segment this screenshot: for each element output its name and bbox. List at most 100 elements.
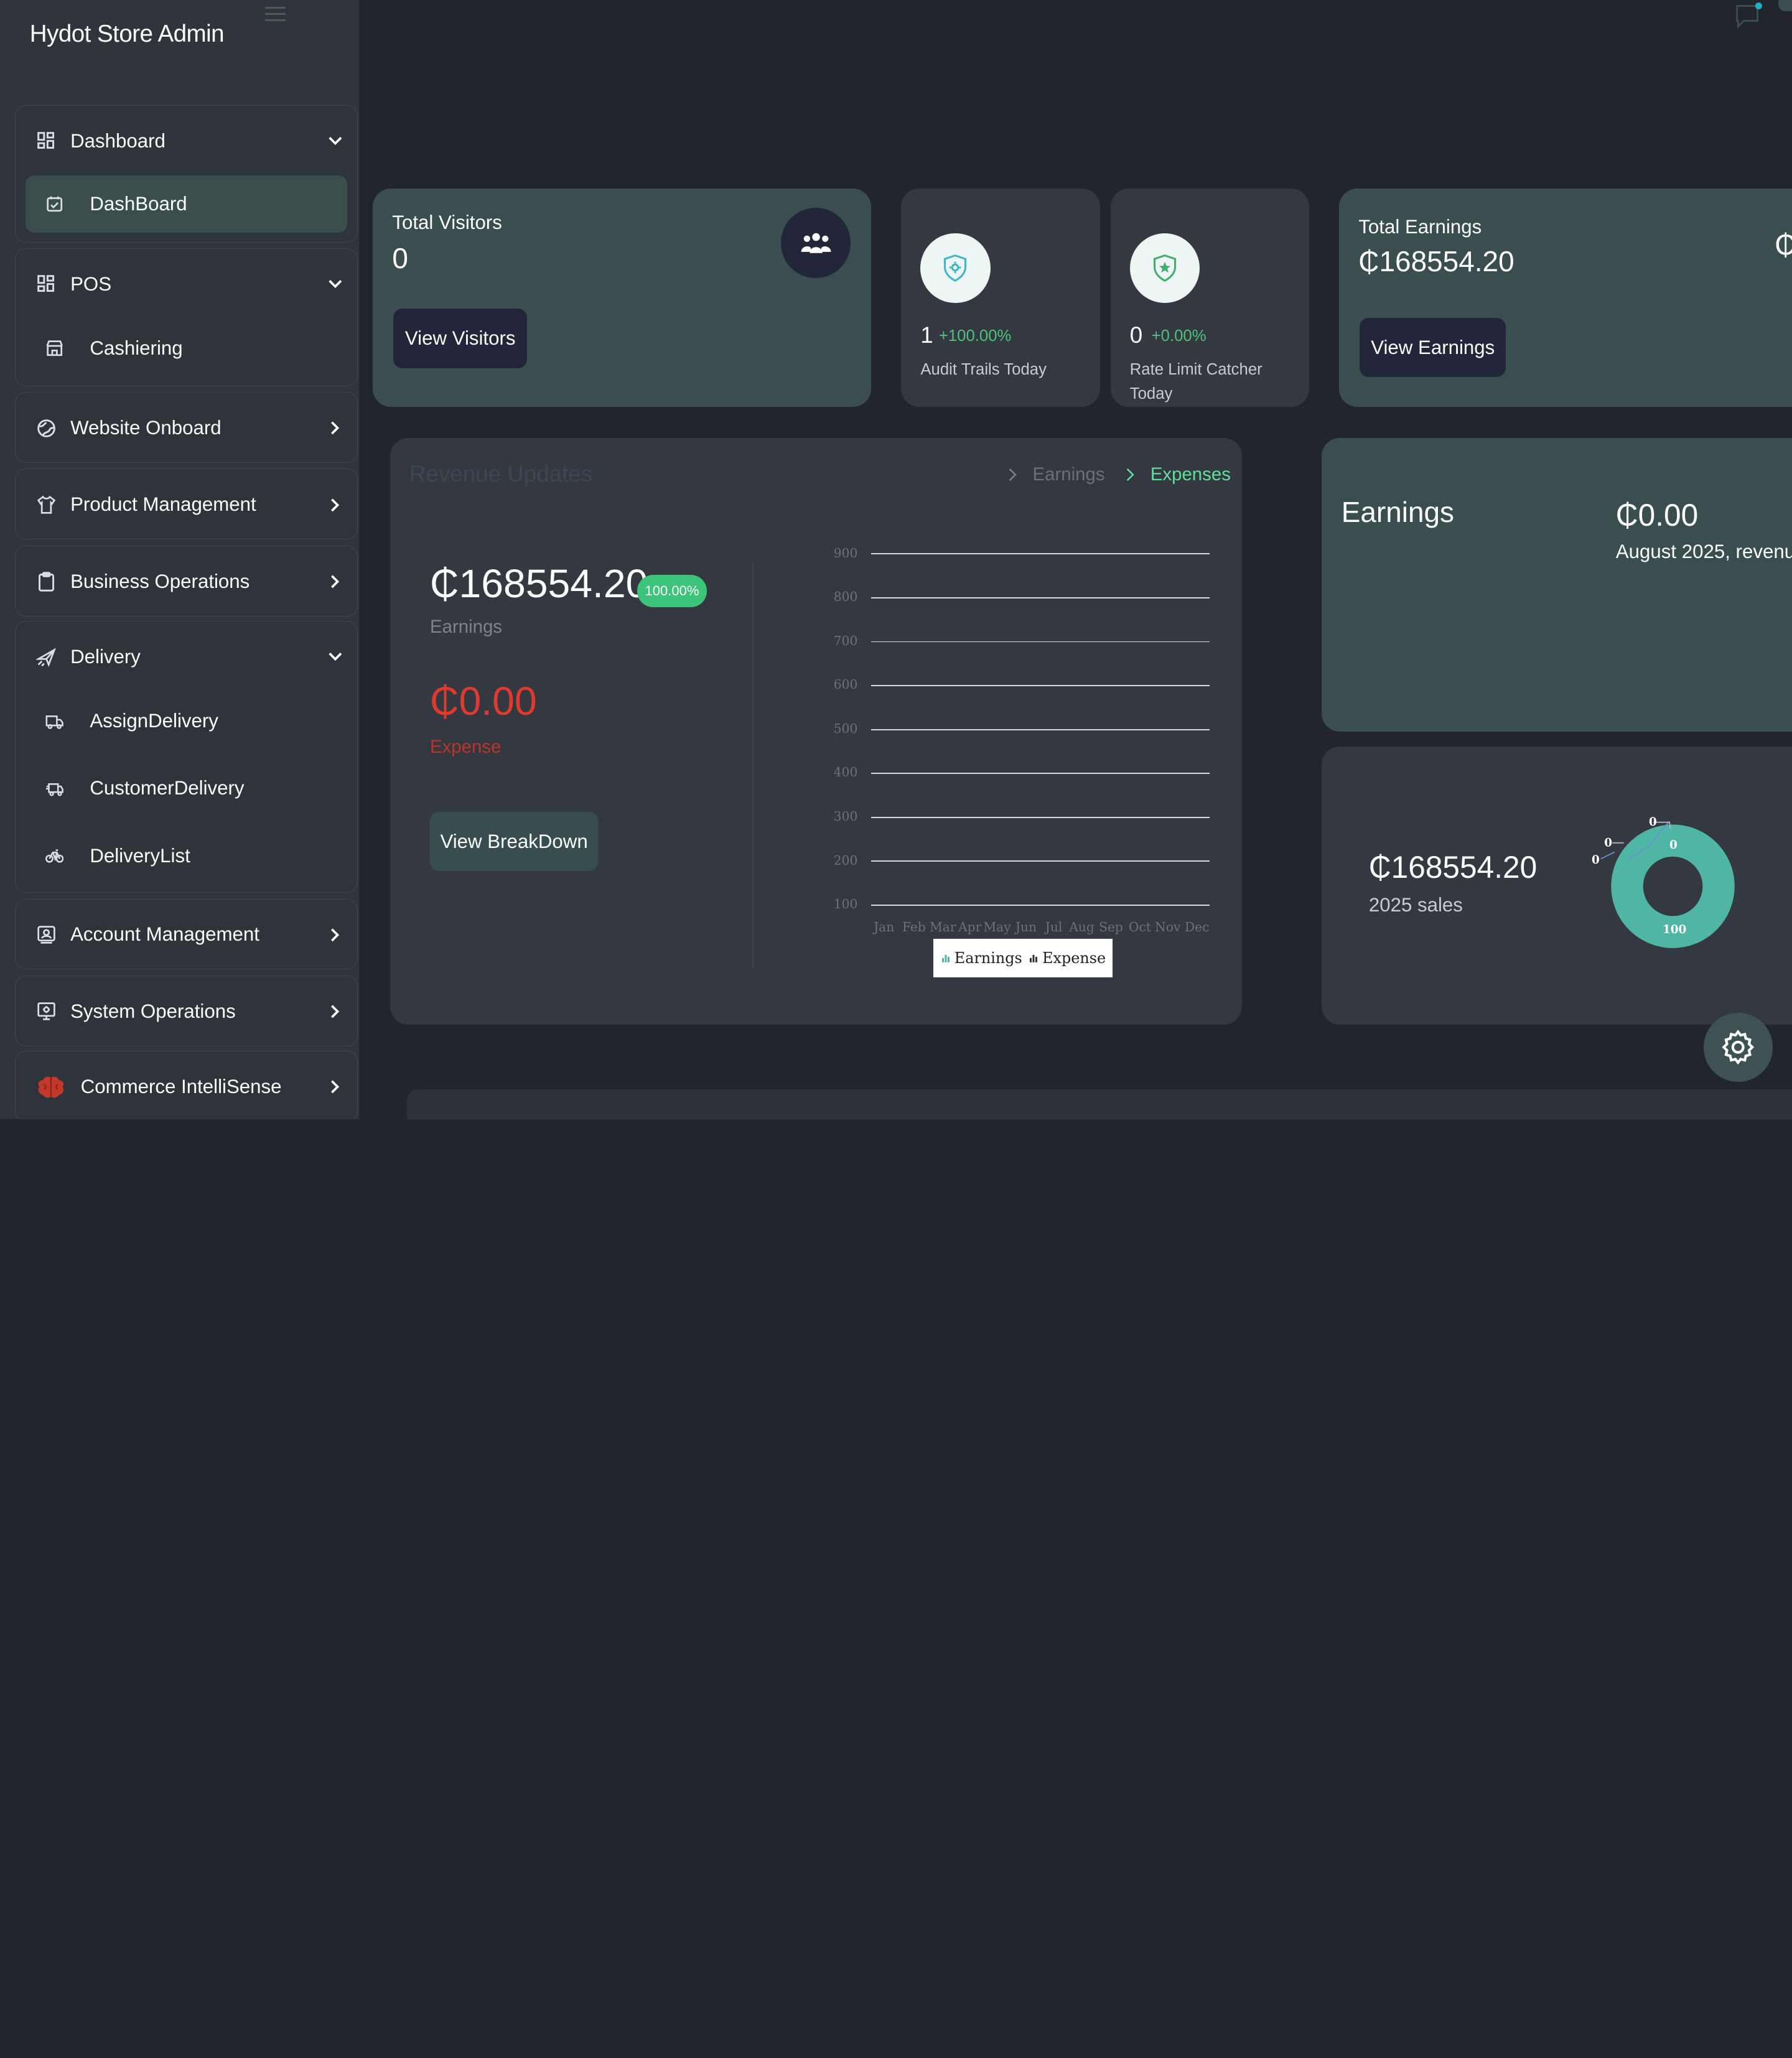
sidebar-subitem-assign-delivery[interactable]: AssignDelivery [26, 692, 347, 750]
sales-value: ₵168554.20 [1368, 850, 1538, 885]
y-tick-label: 400 [833, 765, 858, 780]
sidebar-group-delivery: Delivery AssignDelivery CustomerDelivery… [14, 620, 358, 893]
sidebar-item-business-operations[interactable]: Business Operations [16, 546, 357, 617]
sidebar-subitem-customer-delivery[interactable]: CustomerDelivery [26, 760, 347, 817]
sidebar-item-label: Website Onboard [70, 417, 222, 439]
sidebar-subitem-cashiering[interactable]: Cashiering [26, 320, 347, 377]
divider [752, 561, 754, 969]
donut-label: 0 [1649, 816, 1657, 829]
chevron-right-icon [331, 1005, 340, 1018]
x-tick-label: Jul [1045, 919, 1063, 934]
rate-value: 0 [1129, 322, 1143, 348]
chart-gridline [871, 905, 1210, 906]
y-tick-label: 800 [833, 589, 858, 605]
sidebar-item-label: Product Management [70, 493, 256, 516]
audit-trails-card: 1 +100.00% Audit Trails Today [901, 189, 1100, 407]
earnings-amount: ₵168554.20 [430, 561, 648, 606]
view-breakdown-button[interactable]: View BreakDown [430, 811, 599, 872]
sidebar-item-delivery[interactable]: Delivery [16, 622, 357, 692]
chart-gridline [871, 597, 1210, 598]
chat-icon[interactable] [1734, 2, 1763, 30]
sidebar-group-system: System Operations [14, 975, 358, 1047]
x-tick-label: Apr [958, 919, 982, 934]
chart-gridline [871, 729, 1210, 730]
avatar[interactable] [1778, 0, 1792, 12]
chevron-right-icon [331, 1080, 340, 1094]
settings-button[interactable] [1704, 1013, 1773, 1082]
sidebar-group-account: Account Management [14, 898, 358, 971]
sidebar-subitem-delivery-list[interactable]: DeliveryList [26, 827, 347, 885]
chart-gridline [871, 860, 1210, 862]
gear-icon [1722, 1030, 1755, 1065]
sidebar-item-label: Delivery [70, 645, 141, 668]
app-title: Hydot Store Admin [29, 21, 225, 48]
sidebar-subitem-label: AssignDelivery [90, 709, 218, 732]
tab-expenses[interactable]: Expenses [1150, 464, 1231, 485]
earnings-month-label: August 2025, revenu [1615, 541, 1792, 563]
chevron-right-icon [1127, 468, 1135, 481]
chart-gridline [871, 685, 1210, 687]
sales-donut-chart: 0 0 0 0 100 [1592, 816, 1735, 948]
user-card-icon [37, 926, 55, 944]
y-tick-label: 900 [833, 545, 858, 561]
audit-value: 1 [920, 322, 933, 348]
chevron-right-icon [331, 575, 340, 589]
panel-title: Revenue Updates [409, 460, 593, 487]
sidebar-item-product-management[interactable]: Product Management [16, 469, 357, 540]
delivery-truck-icon [45, 783, 63, 796]
view-visitors-button[interactable]: View Visitors [393, 309, 528, 368]
x-tick-label: Dec [1184, 919, 1210, 934]
chart-gridline [871, 773, 1210, 775]
sidebar-item-dashboard[interactable]: Dashboard [16, 106, 357, 177]
earnings-label: Earnings [430, 616, 502, 637]
chart-gridline [871, 553, 1210, 555]
menu-toggle-icon[interactable] [265, 7, 286, 23]
donut-label: 0 [1669, 839, 1678, 852]
plane-icon [35, 648, 57, 668]
shield-gear-icon [920, 233, 991, 303]
sidebar-subitem-dashboard[interactable]: DashBoard [26, 175, 347, 233]
x-tick-label: Feb [902, 919, 926, 934]
tab-earnings[interactable]: Earnings [1033, 464, 1105, 485]
sidebar-subitem-label: CustomerDelivery [90, 777, 245, 799]
sidebar-subitem-label: DashBoard [90, 193, 187, 215]
calendar-icon [46, 197, 62, 212]
sidebar-subitem-label: Cashiering [90, 337, 183, 359]
sidebar-item-pos[interactable]: POS [16, 249, 357, 320]
x-tick-label: May [983, 919, 1011, 934]
sidebar-group-business: Business Operations [14, 545, 358, 617]
chevron-down-icon [329, 137, 342, 146]
chart-legend[interactable]: Earnings Expense [933, 938, 1113, 978]
sidebar-group-website: Website Onboard [14, 392, 358, 463]
view-earnings-button[interactable]: View Earnings [1360, 317, 1506, 378]
earnings-badge: 100.00% [637, 575, 707, 607]
earnings-panel: Earnings ₵0.00 August 2025, revenu [1322, 437, 1792, 732]
sidebar-item-label: Business Operations [70, 570, 250, 592]
y-tick-label: 500 [833, 720, 858, 736]
x-tick-label: Aug [1069, 919, 1094, 934]
sidebar-item-commerce-intellisense[interactable]: Commerce IntelliSense [16, 1051, 357, 1119]
legend-expense: Expense [1042, 949, 1106, 967]
chart-gridline [871, 641, 1210, 643]
bar-chart-icon [941, 955, 950, 963]
sidebar-item-website-onboard[interactable]: Website Onboard [16, 393, 357, 463]
chevron-down-icon [329, 279, 342, 289]
total-earnings-card: Total Earnings ₵168554.20 View Earnings … [1339, 189, 1792, 407]
bicycle-icon [45, 849, 64, 863]
users-icon [781, 208, 851, 278]
legend-earnings: Earnings [954, 949, 1022, 967]
sales-label: 2025 sales [1368, 894, 1463, 916]
brain-icon [38, 1076, 64, 1098]
x-tick-label: Jun [1015, 919, 1037, 934]
sidebar-item-account-management[interactable]: Account Management [16, 900, 357, 971]
sidebar-item-label: Account Management [70, 923, 259, 946]
sidebar-group-pos: POS Cashiering [14, 248, 358, 387]
card-title: Total Visitors [392, 211, 502, 233]
sidebar-item-system-operations[interactable]: System Operations [16, 976, 357, 1047]
y-tick-label: 100 [833, 896, 858, 912]
sidebar-item-label: System Operations [70, 1000, 236, 1022]
donut-label: 0 [1592, 854, 1600, 867]
x-tick-label: Sep [1099, 919, 1123, 934]
y-tick-label: 300 [833, 809, 858, 824]
panel-title: Earnings [1341, 495, 1455, 528]
